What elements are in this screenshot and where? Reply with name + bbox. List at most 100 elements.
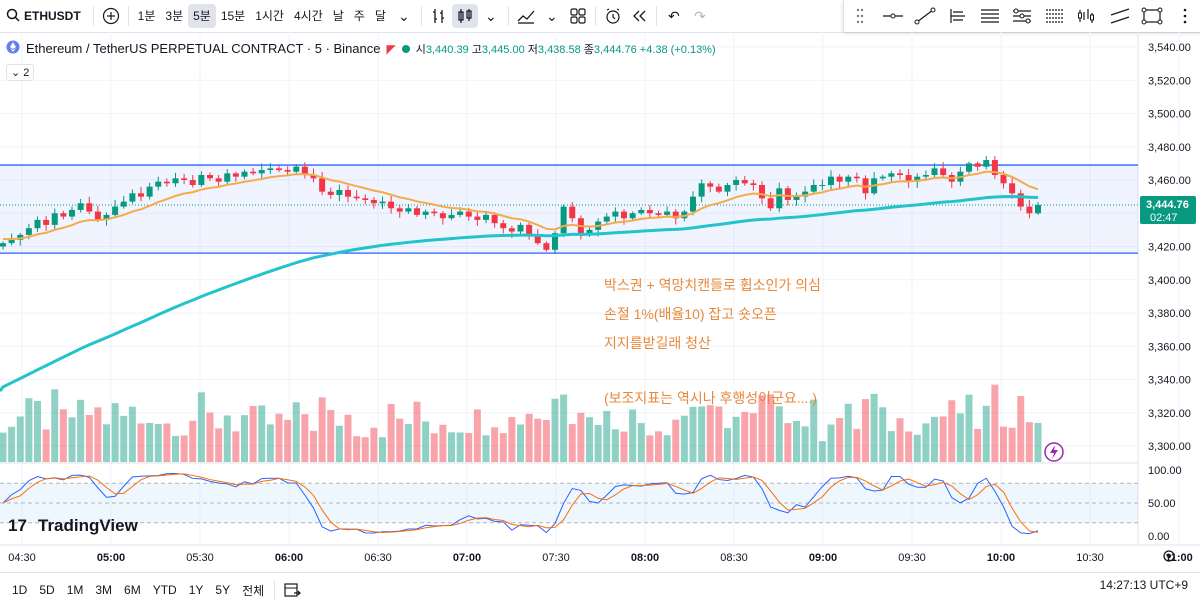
volume-bar xyxy=(931,416,938,462)
candle-body xyxy=(258,170,265,174)
divider xyxy=(274,580,276,600)
volume-bar xyxy=(42,429,50,462)
range-3[interactable]: 3M xyxy=(89,583,118,597)
range-6[interactable]: 1Y xyxy=(183,583,210,597)
volume-bar xyxy=(103,424,110,462)
volume-bar xyxy=(560,394,568,462)
range-1[interactable]: 5D xyxy=(33,583,60,597)
time-tick: 11:00 xyxy=(1165,552,1193,564)
price-tick: 3,500.00 xyxy=(1148,109,1191,121)
volume-bar xyxy=(698,406,706,462)
volume-bar xyxy=(862,399,869,462)
range-4[interactable]: 6M xyxy=(118,583,147,597)
price-axis[interactable]: 3,540.00 3,520.00 3,500.00 3,480.00 3,460.00… xyxy=(1148,42,1191,543)
volume-bar xyxy=(905,431,913,462)
volume-bar xyxy=(1000,426,1007,462)
candle-body xyxy=(474,216,481,220)
volume-bar xyxy=(422,421,430,462)
candle-body xyxy=(603,216,610,222)
grid xyxy=(0,32,1200,546)
candle-body xyxy=(181,178,188,180)
ethereum-icon xyxy=(6,40,20,57)
volume-bar xyxy=(853,428,861,462)
candle-body xyxy=(267,168,274,171)
range-2[interactable]: 1M xyxy=(61,583,90,597)
candle-body xyxy=(569,206,576,219)
volume-bars xyxy=(0,384,1042,462)
time-tick: 05:00 xyxy=(97,552,125,564)
volume-bar xyxy=(801,426,809,462)
volume-bar xyxy=(663,435,671,462)
ohlc-values: 시3,440.39 고3,445.00 저3,438.58 종3,444.76 … xyxy=(415,43,716,56)
flag-icon[interactable]: ◤ xyxy=(387,42,396,56)
range-7[interactable]: 5Y xyxy=(209,583,236,597)
volume-bar xyxy=(982,405,990,462)
range-box[interactable] xyxy=(0,165,1138,254)
volume-bar xyxy=(163,423,171,462)
time-tick: 04:30 xyxy=(8,552,36,564)
volume-bar xyxy=(1017,396,1025,462)
stochastic-pane xyxy=(0,472,1138,535)
time-tick: 05:30 xyxy=(186,552,214,564)
candle-body xyxy=(465,211,472,217)
volume-bar xyxy=(939,416,947,462)
volume-bar xyxy=(215,428,223,462)
price-tick: 3,300.00 xyxy=(1148,441,1191,453)
price-tick: 3,540.00 xyxy=(1148,42,1191,54)
volume-bar xyxy=(948,400,956,462)
clock: 14:27:13 UTC+9 xyxy=(1099,578,1188,592)
volume-bar xyxy=(85,414,93,462)
indicator-count: 2 xyxy=(23,67,30,79)
chart-legend[interactable]: Ethereum / TetherUS PERPETUAL CONTRACT ·… xyxy=(6,40,716,57)
volume-bar xyxy=(646,435,654,462)
volume-bar xyxy=(991,384,999,462)
candle-body xyxy=(457,211,464,215)
price-chart[interactable]: 3,540.00 3,520.00 3,500.00 3,480.00 3,460.00… xyxy=(0,0,1200,572)
candle-body xyxy=(362,198,369,200)
range-5[interactable]: YTD xyxy=(147,583,183,597)
volume-bar xyxy=(344,414,352,462)
calendar-goto-icon[interactable] xyxy=(279,578,305,602)
volume-bar xyxy=(51,389,59,462)
candle-body xyxy=(828,176,834,185)
candle-body xyxy=(966,163,972,172)
volume-bar xyxy=(1034,422,1042,462)
price-tick: 3,360.00 xyxy=(1148,341,1191,353)
volume-bar xyxy=(258,405,266,462)
candle-body xyxy=(508,228,515,232)
candle-body xyxy=(232,173,239,177)
annotation-text[interactable]: 박스권 + 역망치캔들로 휩소인가 의심 손절 1%(배율10) 잡고 숏오픈 … xyxy=(604,277,821,406)
time-tick: 06:00 xyxy=(275,552,303,564)
range-0[interactable]: 1D xyxy=(6,583,33,597)
volume-bar xyxy=(232,431,240,462)
logo-wordmark: TradingView xyxy=(38,516,139,535)
volume-bar xyxy=(25,398,33,462)
candle-body xyxy=(733,180,740,185)
candle-body xyxy=(276,168,282,171)
time-axis[interactable]: 04:30 05:00 05:30 06:00 06:30 07:00 07:30 08:00… xyxy=(8,552,1200,564)
candle-body xyxy=(138,193,144,197)
volume-bar xyxy=(689,406,697,462)
range-8[interactable]: 전체 xyxy=(236,582,270,599)
volume-bar xyxy=(732,416,740,462)
candle-body xyxy=(353,196,360,199)
volume-bar xyxy=(137,423,145,462)
volume-bar xyxy=(655,431,662,462)
candle-body xyxy=(431,211,438,214)
volume-bar xyxy=(370,427,378,462)
time-tick: 10:00 xyxy=(987,552,1015,564)
candle-body xyxy=(189,180,196,185)
candle-body xyxy=(250,171,257,174)
volume-bar xyxy=(542,419,550,462)
volume-bar xyxy=(603,410,611,462)
indicators-collapse-button[interactable]: ⌄ 2 xyxy=(6,64,35,81)
candle-body xyxy=(345,189,351,197)
volume-bar xyxy=(594,424,602,462)
volume-bar xyxy=(810,399,818,462)
volume-bar xyxy=(404,424,412,462)
lightning-icon[interactable] xyxy=(1044,442,1064,462)
candle-body xyxy=(207,175,213,179)
candle-body xyxy=(698,183,705,197)
annotation-line-3: 지지를받길래 청산 xyxy=(604,335,711,351)
volume-bar xyxy=(146,422,154,462)
